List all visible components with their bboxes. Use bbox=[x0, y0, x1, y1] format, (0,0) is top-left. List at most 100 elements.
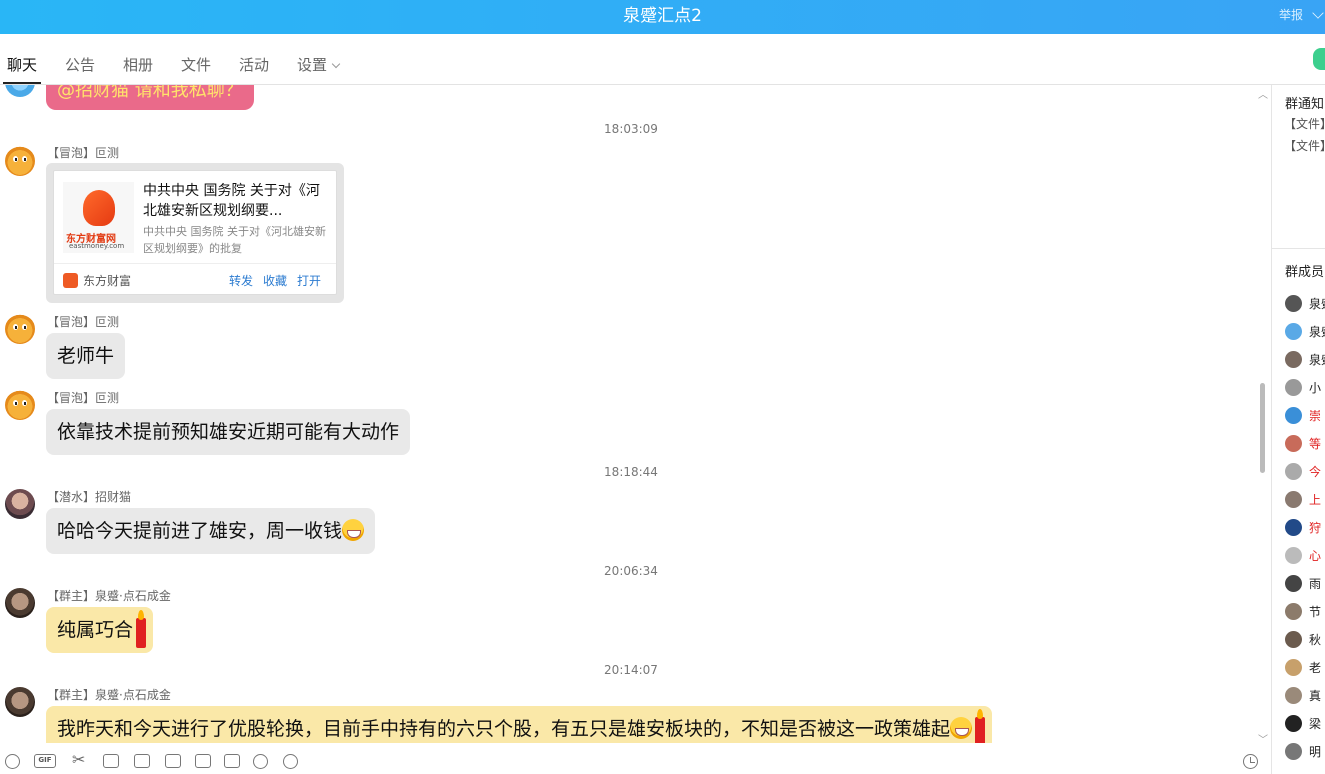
avatar bbox=[1285, 687, 1302, 704]
avatar[interactable] bbox=[5, 687, 35, 717]
calendar-icon[interactable] bbox=[224, 754, 240, 768]
card-source: 东方财富 bbox=[83, 274, 132, 288]
member-item[interactable]: 泉蹙 bbox=[1285, 350, 1325, 368]
group-notice-title: 群通知 bbox=[1285, 97, 1325, 112]
sender-name: 【潜水】招财猫 bbox=[47, 490, 132, 504]
member-name: 秋 bbox=[1309, 633, 1322, 647]
chevron-down-icon bbox=[331, 59, 341, 69]
member-name: 等 bbox=[1309, 437, 1322, 451]
shop-icon[interactable] bbox=[165, 754, 181, 768]
report-link[interactable]: 举报 bbox=[1279, 6, 1303, 23]
collapse-up-icon[interactable]: ︿ bbox=[1258, 86, 1268, 101]
member-name: 梁 bbox=[1309, 717, 1322, 731]
history-clock-icon[interactable] bbox=[1243, 754, 1258, 769]
timestamp: 20:14:07 bbox=[604, 663, 658, 677]
avatar bbox=[1285, 323, 1302, 340]
member-name: 今 bbox=[1309, 465, 1322, 479]
member-item[interactable]: 明 bbox=[1285, 742, 1325, 760]
message-bubble: 依靠技术提前预知雄安近期可能有大动作 bbox=[46, 409, 411, 455]
member-item[interactable]: 真 bbox=[1285, 686, 1325, 704]
member-item[interactable]: 老 bbox=[1285, 658, 1325, 676]
member-item[interactable]: 泉蹙 bbox=[1285, 322, 1325, 340]
message-text: 哈哈今天提前进了雄安，周一收钱 bbox=[57, 520, 343, 542]
sender-name: 【冒泡】叵测 bbox=[47, 315, 120, 329]
member-name: 泉蹙 bbox=[1309, 353, 1325, 367]
favorite-link[interactable]: 收藏 bbox=[263, 272, 287, 289]
member-item[interactable]: 小 bbox=[1285, 378, 1325, 396]
tab-settings-label: 设置 bbox=[297, 56, 328, 74]
avatar[interactable] bbox=[5, 85, 35, 97]
image-icon[interactable] bbox=[134, 754, 150, 768]
notice-file[interactable]: 【文件】 bbox=[1284, 137, 1325, 154]
member-item[interactable]: 节 bbox=[1285, 602, 1325, 620]
member-item[interactable]: 等 bbox=[1285, 434, 1325, 452]
card-footer: 东方财富 转发 收藏 打开 bbox=[54, 263, 336, 295]
tab-album[interactable]: 相册 bbox=[123, 54, 153, 75]
avatar bbox=[1285, 547, 1302, 564]
member-item[interactable]: 心 bbox=[1285, 546, 1325, 564]
gif-icon[interactable]: GIF bbox=[34, 754, 56, 768]
avatar bbox=[1285, 659, 1302, 676]
share-card[interactable]: 东方财富网 eastmoney.com 中共中央 国务院 关于对《河北雄安新区规… bbox=[46, 163, 344, 303]
message-text: 我昨天和今天进行了优股轮换，目前手中持有的六只个股，有五只是雄安板块的，不知是否… bbox=[57, 718, 951, 740]
scrollbar-thumb[interactable] bbox=[1260, 383, 1265, 473]
chat-history[interactable]: @招财猫 请和我私聊？ 18:03:09 【冒泡】叵测 东方财富网 eastmo… bbox=[0, 85, 1270, 743]
card-description: 中共中央 国务院 关于对《河北雄安新区规划纲要》的批复 bbox=[143, 225, 326, 255]
open-link[interactable]: 打开 bbox=[297, 272, 321, 289]
tab-activity[interactable]: 活动 bbox=[239, 54, 269, 75]
scissors-icon[interactable] bbox=[72, 750, 88, 769]
collapse-down-icon[interactable]: ﹀ bbox=[1258, 731, 1268, 746]
member-item[interactable]: 秋 bbox=[1285, 630, 1325, 648]
member-name: 雨 bbox=[1309, 577, 1322, 591]
eastmoney-logo: 东方财富网 eastmoney.com bbox=[63, 182, 134, 253]
member-item[interactable]: 狩 bbox=[1285, 518, 1325, 536]
divider bbox=[1272, 248, 1325, 249]
message-bubble: 我昨天和今天进行了优股轮换，目前手中持有的六只个股，有五只是雄安板块的，不知是否… bbox=[46, 706, 993, 743]
member-name: 狩 bbox=[1309, 521, 1322, 535]
avatar bbox=[1285, 351, 1302, 368]
message-text: 纯属巧合 bbox=[57, 619, 134, 641]
member-name: 泉蹙 bbox=[1309, 325, 1325, 339]
sender-name: 【群主】泉蹙·点石成金 bbox=[47, 688, 171, 702]
message-bubble: 老师牛 bbox=[46, 333, 126, 379]
avatar[interactable] bbox=[5, 588, 35, 618]
timestamp: 18:03:09 bbox=[604, 122, 658, 136]
avatar bbox=[1285, 435, 1302, 452]
member-name: 明 bbox=[1309, 745, 1322, 759]
app-icon[interactable] bbox=[1313, 48, 1325, 70]
sender-name: 【群主】泉蹙·点石成金 bbox=[47, 589, 171, 603]
input-toolbar: GIF bbox=[0, 748, 1270, 774]
member-item[interactable]: 上 bbox=[1285, 490, 1325, 508]
member-name: 心 bbox=[1309, 549, 1322, 563]
member-item[interactable]: 雨 bbox=[1285, 574, 1325, 592]
tab-announcement[interactable]: 公告 bbox=[65, 54, 95, 75]
member-item[interactable]: 泉蹙 bbox=[1285, 294, 1325, 312]
member-item[interactable]: 崇 bbox=[1285, 406, 1325, 424]
folder-icon[interactable] bbox=[103, 754, 119, 768]
share-card-body: 东方财富网 eastmoney.com 中共中央 国务院 关于对《河北雄安新区规… bbox=[53, 170, 337, 295]
forward-link[interactable]: 转发 bbox=[229, 272, 253, 289]
avatar[interactable] bbox=[5, 390, 35, 420]
tab-settings[interactable]: 设置 bbox=[297, 54, 341, 75]
avatar[interactable] bbox=[5, 489, 35, 519]
candle-icon bbox=[135, 610, 147, 648]
member-name: 老 bbox=[1309, 661, 1322, 675]
avatar bbox=[1285, 491, 1302, 508]
avatar[interactable] bbox=[5, 146, 35, 176]
member-item[interactable]: 今 bbox=[1285, 462, 1325, 480]
tab-chat[interactable]: 聊天 bbox=[2, 54, 42, 84]
title-bar: 泉蹙汇点2 举报 bbox=[0, 0, 1325, 34]
gift-icon[interactable] bbox=[195, 754, 211, 768]
bell-icon[interactable] bbox=[253, 754, 268, 769]
right-sidebar: 群通知 【文件】 【文件】 群成员 泉蹙泉蹙泉蹙小崇等今上狩心雨节秋老真梁明 bbox=[1271, 85, 1325, 774]
window-title: 泉蹙汇点2 bbox=[623, 6, 702, 26]
member-item[interactable]: 梁 bbox=[1285, 714, 1325, 732]
avatar bbox=[1285, 575, 1302, 592]
avatar[interactable] bbox=[5, 314, 35, 344]
emoji-icon[interactable] bbox=[5, 754, 20, 769]
tab-files[interactable]: 文件 bbox=[181, 54, 211, 75]
more-icon[interactable] bbox=[283, 754, 298, 769]
timestamp: 20:06:34 bbox=[604, 564, 658, 578]
avatar bbox=[1285, 463, 1302, 480]
notice-file[interactable]: 【文件】 bbox=[1284, 115, 1325, 132]
